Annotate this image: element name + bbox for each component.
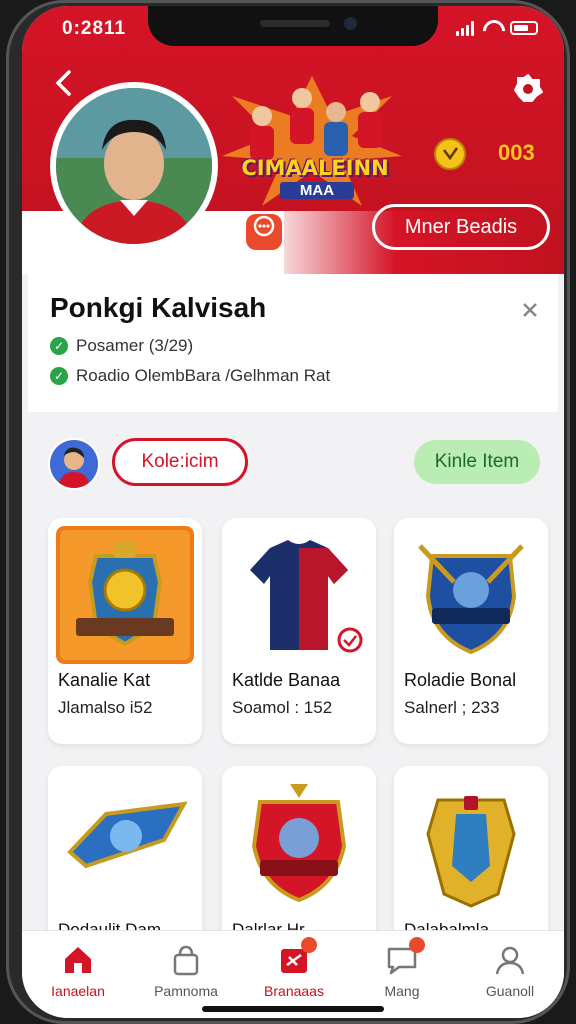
item-card[interactable]: Katlde Banaa Soamol : 152 [222,518,376,744]
shield-icon [402,526,540,664]
tab-tickets[interactable]: Branaaas [242,937,346,999]
item-card[interactable]: Kanalie Kat Jlamalso i52 [48,518,202,744]
tab-label: Ianaelan [51,983,105,999]
bottom-tab-bar: Ianaelan Pamnoma Branaaas Mang Guanoll [22,930,564,1018]
close-icon [523,303,537,317]
item-card[interactable]: Dalrlar Hr [222,766,376,956]
jersey-icon [230,526,368,664]
profile-card[interactable]: Ponkgi Kalvisah ✓ Posamer (3/29) ✓ Roadi… [28,274,558,412]
tab-home[interactable]: Ianaelan [26,939,130,999]
chat-badge-button[interactable] [246,214,282,250]
promo-subtitle: MAA [280,182,354,199]
back-button[interactable] [50,68,84,102]
person-portrait-icon [56,88,212,244]
wifi-icon [482,20,502,36]
ticket-icon [277,937,317,977]
chevron-left-icon [55,70,71,96]
crystal-badge-icon [67,801,188,869]
check-icon: ✓ [50,337,68,355]
share-button[interactable] [512,72,544,104]
item-card[interactable]: Roladie Bonal Salnerl ; 233 [394,518,548,744]
notification-dot [409,937,425,953]
home-indicator[interactable] [202,1006,384,1012]
status-icons [456,20,538,36]
item-card[interactable]: Dalabalmla [394,766,548,956]
trophy-emblem-icon [56,526,194,664]
profile-line-1: ✓ Posamer (3/29) [50,336,193,356]
coin-counter[interactable]: 003 [498,140,535,166]
chat-bubble-icon [253,215,275,237]
profile-name: Ponkgi Kalvisah [50,292,267,323]
person-cartoon-icon [50,440,98,488]
status-time: 0:2811 [62,18,127,39]
clock-hands-icon [443,147,459,161]
crest-icon [251,784,347,903]
tab-label: Pamnoma [154,983,218,999]
notification-dot [301,937,317,953]
armor-shield-icon [426,796,516,908]
item-card[interactable]: Dodaulit Dam [48,766,202,956]
collection-button[interactable]: Kole:icim [112,438,248,486]
tab-label: Branaaas [264,983,324,999]
profile-avatar[interactable] [50,82,218,250]
tab-profile[interactable]: Guanoll [458,939,562,999]
tab-shop[interactable]: Pamnoma [134,939,238,999]
signal-icon [456,20,474,36]
profile-line-2-text: Roadio OlembBara /Gelhman Rat [76,366,331,385]
screen: 0:2811 CIMAALEINN MAA 003 Mner Beadis Po… [22,6,564,1018]
clock-icon[interactable] [434,138,466,170]
badge-icon [514,74,543,102]
profile-line-1-text: Posamer (3/29) [76,336,194,355]
bag-icon [169,943,203,977]
check-icon: ✓ [50,367,68,385]
item-subtitle: Soamol : 152 [232,698,333,717]
speaker [260,20,330,27]
avatar-photo [56,88,212,244]
header-action-button[interactable]: Mner Beadis [372,204,550,250]
profile-line-2: ✓ Roadio OlembBara /Gelhman Rat [50,366,330,386]
home-icon [61,943,95,977]
notch [148,6,438,46]
tab-label: Mang [384,983,420,999]
item-subtitle: Jlamalso i52 [58,698,153,717]
promo-title: CIMAALEINN [241,156,389,180]
tab-messages[interactable]: Mang [350,937,454,999]
mini-avatar[interactable] [48,438,100,490]
item-subtitle: Salnerl ; 233 [404,698,500,717]
phone-frame: 0:2811 CIMAALEINN MAA 003 Mner Beadis Po… [6,0,570,1024]
item-title: Kanalie Kat [58,670,151,690]
action-row: Kole:icim Kinle Item [28,418,558,510]
item-title: Roladie Bonal [404,670,517,690]
camera [344,17,357,30]
chat-icon [385,937,425,977]
chevron-right-icon[interactable] [520,296,540,327]
tab-label: Guanoll [485,983,535,999]
profile-icon [493,943,527,977]
item-title: Katlde Banaa [232,670,341,690]
battery-icon [510,21,538,35]
kinle-item-button[interactable]: Kinle Item [414,440,540,484]
